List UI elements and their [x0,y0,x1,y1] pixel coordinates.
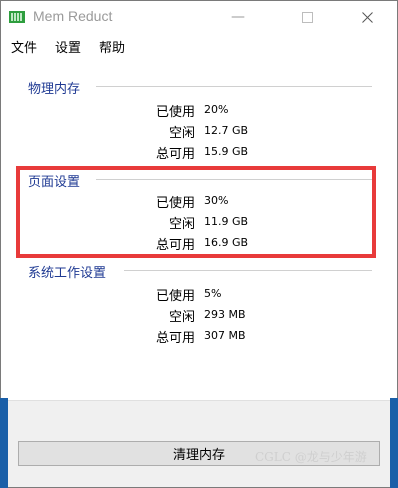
maximize-button[interactable] [284,1,330,33]
menu-settings[interactable]: 设置 [55,37,81,56]
physical-free-value: 12.7 GB [204,124,249,137]
title-bar[interactable]: Mem Reduct — [1,1,397,33]
maximize-icon [301,11,313,23]
system-free-value: 293 MB [204,308,246,321]
physical-used-label: 已使用 [155,105,195,120]
watermark: CGLC @龙与少年游 [255,450,367,464]
group-divider [124,270,372,271]
window-title: Mem Reduct [33,8,113,24]
system-used-value: 5% [204,287,222,300]
physical-free-label: 空闲 [168,126,195,141]
system-free-label: 空闲 [168,310,195,325]
group-divider [96,86,372,87]
highlight-box [16,166,376,258]
close-button[interactable] [344,1,390,33]
group-title-system: 系统工作设置 [28,266,107,281]
menu-help[interactable]: 帮助 [99,37,125,56]
close-icon [361,11,373,23]
physical-used-value: 20% [204,103,229,116]
group-title-physical: 物理内存 [28,82,81,97]
system-total-label: 总可用 [155,331,195,346]
menu-file[interactable]: 文件 [11,37,37,56]
minimize-icon: — [231,9,245,25]
menu-bar: 文件 设置 帮助 [1,33,397,57]
system-used-label: 已使用 [155,289,195,304]
system-total-value: 307 MB [204,329,246,342]
desktop-edge-right [390,398,398,488]
physical-total-value: 15.9 GB [204,145,249,158]
minimize-button[interactable]: — [215,1,261,33]
desktop-edge-left [0,398,8,488]
physical-total-label: 总可用 [155,147,195,162]
app-icon [9,11,25,23]
